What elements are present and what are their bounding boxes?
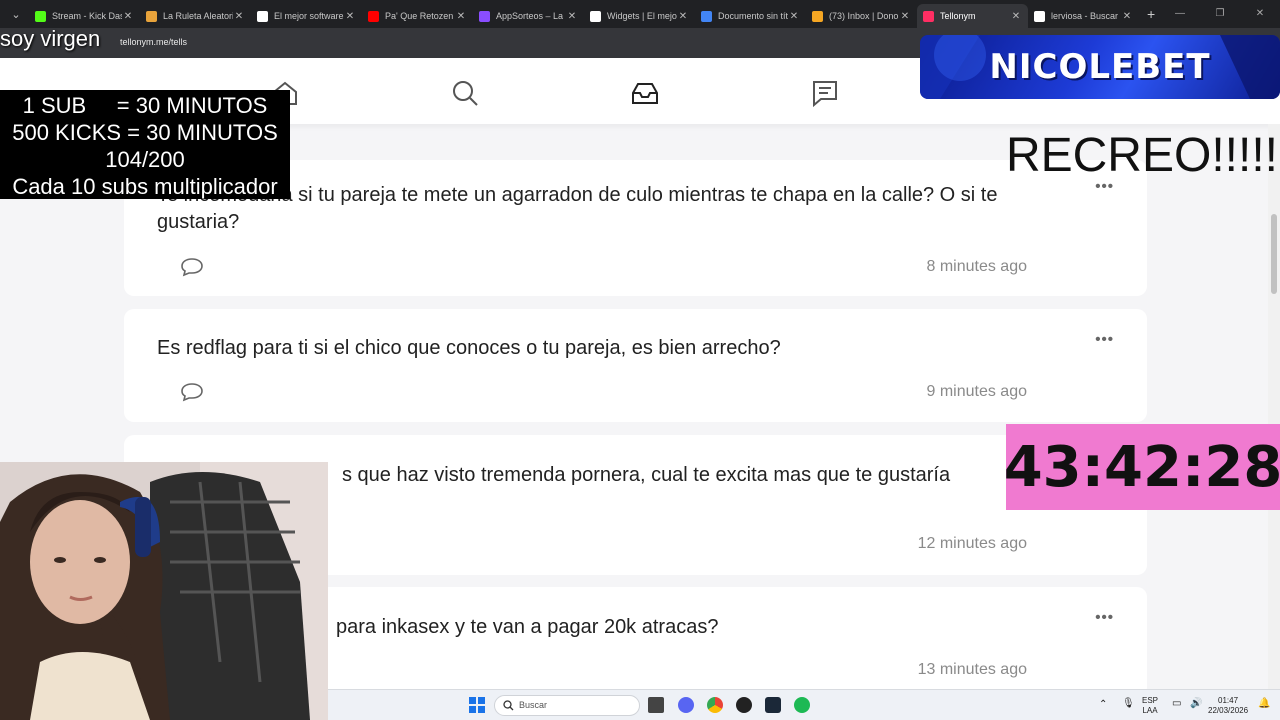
tab-title: Stream - Kick Dashboard: [52, 11, 122, 21]
taskbar-search[interactable]: Buscar: [494, 695, 640, 716]
tab-search-menu-icon[interactable]: ⌄: [3, 4, 29, 24]
tab-close-icon[interactable]: ✕: [677, 11, 689, 22]
tab-close-icon[interactable]: ✕: [1010, 11, 1022, 22]
diamond-icon: [257, 10, 268, 22]
tab-close-icon[interactable]: ✕: [455, 11, 467, 22]
tab-title: La Ruleta Aleatoria: [163, 11, 233, 21]
notifications-icon[interactable]: 🔔: [1258, 699, 1270, 709]
keyboard-layout: LAA: [1142, 706, 1158, 715]
more-options-icon[interactable]: •••: [1095, 609, 1114, 626]
tab-title: Widgets | El mejor: [607, 11, 677, 21]
clock[interactable]: 01:47 22/03/2026: [1208, 696, 1248, 716]
webcam-image: [0, 462, 328, 720]
sub-rule-line: 1 SUB = 30 MINUTOS: [22, 93, 268, 118]
sponsor-banner: NICOLEBET: [920, 35, 1280, 99]
tab-title: Pa' Que Retozen: [385, 11, 454, 21]
chrome-icon[interactable]: [707, 697, 723, 713]
messages-icon[interactable]: [810, 78, 840, 108]
docs-icon: [701, 10, 712, 22]
tell-timestamp: 12 minutes ago: [917, 535, 1027, 552]
browser-tab-strip: ⌄ Stream - Kick Dashboard✕La Ruleta Alea…: [0, 0, 1280, 28]
more-options-icon[interactable]: •••: [1095, 331, 1114, 348]
language-indicator[interactable]: ESP LAA: [1142, 696, 1158, 716]
browser-tab[interactable]: lerviosa - Buscar ✕: [1028, 4, 1139, 28]
diamond-icon: [479, 10, 490, 22]
browser-tab[interactable]: AppSorteos – La R ✕: [473, 4, 584, 28]
minimize-icon[interactable]: —: [1160, 0, 1200, 28]
browser-tab[interactable]: La Ruleta Aleatoria ✕: [140, 4, 251, 28]
tell-question: s que haz visto tremenda pornera, cual t…: [342, 464, 951, 486]
network-icon[interactable]: ▭: [1172, 699, 1181, 709]
browser-tab[interactable]: (73) Inbox | Donor ✕: [806, 4, 917, 28]
tell-question: para inkasex y te van a pagar 20k atraca…: [336, 616, 719, 638]
tell-timestamp: 9 minutes ago: [926, 383, 1027, 400]
overlay-caption: soy virgen: [0, 26, 101, 51]
tab-close-icon[interactable]: ✕: [899, 11, 911, 22]
tab-close-icon[interactable]: ✕: [566, 11, 578, 22]
spotify-icon[interactable]: [794, 697, 810, 713]
recreo-text: RECREO!!!!!: [1005, 129, 1278, 182]
taskbar-search-placeholder: Buscar: [519, 700, 548, 710]
subathon-timer: 43:42:28: [1004, 424, 1280, 510]
kick-icon: [35, 10, 46, 22]
microphone-icon[interactable]: 🎙: [1122, 699, 1135, 709]
tab-title: lerviosa - Buscar: [1051, 11, 1119, 21]
search-icon[interactable]: [450, 78, 480, 108]
tell-timestamp: 13 minutes ago: [917, 661, 1027, 678]
sub-progress: 104/200: [105, 147, 185, 172]
browser-tab[interactable]: El mejor software ✕: [251, 4, 362, 28]
webcam-feed: [0, 462, 328, 720]
inbox-icon: [812, 10, 823, 22]
tell-question: Es redflag para ti si el chico que conoc…: [157, 337, 781, 359]
tab-close-icon[interactable]: ✕: [1121, 11, 1133, 22]
language-code: ESP: [1142, 696, 1159, 705]
tab-close-icon[interactable]: ✕: [233, 11, 245, 22]
browser-tab[interactable]: Tellonym ✕: [917, 4, 1028, 28]
tab-title: El mejor software: [274, 11, 344, 21]
google-icon: [1034, 10, 1045, 22]
inbox-icon[interactable]: [630, 78, 660, 108]
tab-title: Tellonym: [940, 11, 976, 21]
tab-title: Documento sin título: [718, 11, 788, 21]
clock-date: 22/03/2026: [1208, 706, 1249, 715]
close-window-icon[interactable]: ✕: [1240, 0, 1280, 28]
windows-taskbar: Buscar ⌃ 🎙 ESP LAA ▭ 🔊 01:47 22/03/2026 …: [328, 689, 1280, 720]
discord-icon[interactable]: [678, 697, 694, 713]
clock-time: 01:47: [1218, 696, 1239, 705]
tellonym-icon: [923, 10, 934, 22]
browser-tab[interactable]: Stream - Kick Dashboard✕: [29, 4, 140, 28]
wheel-icon: [146, 10, 157, 22]
steam-icon[interactable]: [765, 697, 781, 713]
obs-icon[interactable]: [736, 697, 752, 713]
scrollbar[interactable]: [1268, 124, 1280, 690]
banner-logo-text: NICOLEBET: [989, 47, 1211, 87]
tell-timestamp: 8 minutes ago: [926, 258, 1027, 275]
tab-close-icon[interactable]: ✕: [122, 11, 134, 22]
volume-icon[interactable]: 🔊: [1190, 699, 1202, 709]
task-view-icon[interactable]: [648, 697, 664, 713]
tray-expand-icon[interactable]: ⌃: [1099, 700, 1107, 710]
browser-tab[interactable]: Widgets | El mejor ✕: [584, 4, 695, 28]
subathon-rules-box: 1 SUB = 30 MINUTOS 500 KICKS = 30 MINUTO…: [0, 90, 290, 199]
tab-close-icon[interactable]: ✕: [344, 11, 356, 22]
diamond-icon: [590, 10, 601, 22]
tab-close-icon[interactable]: ✕: [788, 11, 800, 22]
tab-title: AppSorteos – La R: [496, 11, 566, 21]
new-tab-button[interactable]: +: [1147, 6, 1155, 22]
scrollbar-thumb[interactable]: [1271, 214, 1277, 294]
comment-icon[interactable]: [180, 381, 204, 403]
tell-card: Es redflag para ti si el chico que conoc…: [124, 309, 1147, 422]
browser-tab[interactable]: Documento sin título✕: [695, 4, 806, 28]
tab-title: (73) Inbox | Donor: [829, 11, 899, 21]
maximize-icon[interactable]: ❐: [1200, 0, 1240, 28]
comment-icon[interactable]: [180, 256, 204, 278]
windows-start-icon[interactable]: [469, 697, 485, 713]
browser-tab[interactable]: Pa' Que Retozen ✕: [362, 4, 473, 28]
youtube-icon: [368, 10, 379, 22]
search-icon: [503, 700, 514, 711]
window-controls: — ❐ ✕: [1160, 0, 1280, 28]
sub-rule-line: 500 KICKS = 30 MINUTOS: [12, 120, 278, 145]
sub-rule-line: Cada 10 subs multiplicador: [12, 174, 278, 199]
url-text[interactable]: tellonym.me/tells: [120, 37, 187, 47]
